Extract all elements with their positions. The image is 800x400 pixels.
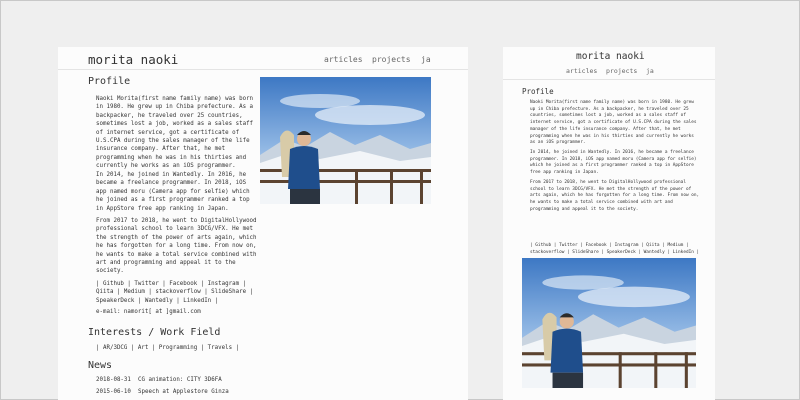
profile-paragraph: In 2014, he joined in Wantedly. In 2016,… xyxy=(96,172,250,212)
desktop-page: morita naoki articles projects ja Profil… xyxy=(58,47,468,400)
mobile-page: morita naoki articles projects ja Profil… xyxy=(503,47,715,400)
interests-heading: Interests / Work Field xyxy=(88,327,221,338)
profile-paragraph: Naoki Morita(first name family name) was… xyxy=(530,100,697,146)
profile-paragraph: Naoki Morita(first name family name) was… xyxy=(96,96,254,170)
nav-projects[interactable]: projects xyxy=(606,67,637,75)
news-link[interactable]: Speech at Applestore Ginza xyxy=(138,389,229,395)
news-date: 2015-06-10 xyxy=(96,389,131,395)
nav-articles[interactable]: articles xyxy=(324,55,363,64)
site-title[interactable]: morita naoki xyxy=(88,52,178,67)
profile-heading: Profile xyxy=(522,87,554,96)
news-date: 2018-08-31 xyxy=(96,377,131,383)
nav-ja[interactable]: ja xyxy=(421,55,431,64)
profile-heading: Profile xyxy=(88,76,131,87)
profile-photo xyxy=(260,77,431,204)
social-links[interactable]: | Github | Twitter | Facebook | Instagra… xyxy=(96,280,258,305)
profile-paragraph: In 2014, he joined in Wantedly. In 2016,… xyxy=(530,150,697,176)
news-heading: News xyxy=(88,360,113,371)
news-link[interactable]: CG animation: CITY 3D6FA xyxy=(138,377,222,383)
header-divider xyxy=(58,69,468,70)
site-title[interactable]: morita naoki xyxy=(576,51,645,62)
header-divider xyxy=(503,79,715,80)
nav-ja[interactable]: ja xyxy=(646,67,654,75)
profile-photo xyxy=(522,258,696,388)
nav-articles[interactable]: articles xyxy=(566,67,597,75)
profile-paragraph: From 2017 to 2018, he went to DigitalHol… xyxy=(96,218,257,275)
profile-paragraph: From 2017 to 2018, he went to DigitalHol… xyxy=(530,180,700,212)
nav-projects[interactable]: projects xyxy=(372,55,411,64)
email-text: e-mail: namorit[ at ]gmail.com xyxy=(96,309,201,315)
interests-list[interactable]: | AR/3DCG | Art | Programming | Travels … xyxy=(96,345,239,351)
social-links[interactable]: | Github | Twitter | Facebook | Instagra… xyxy=(530,243,700,256)
